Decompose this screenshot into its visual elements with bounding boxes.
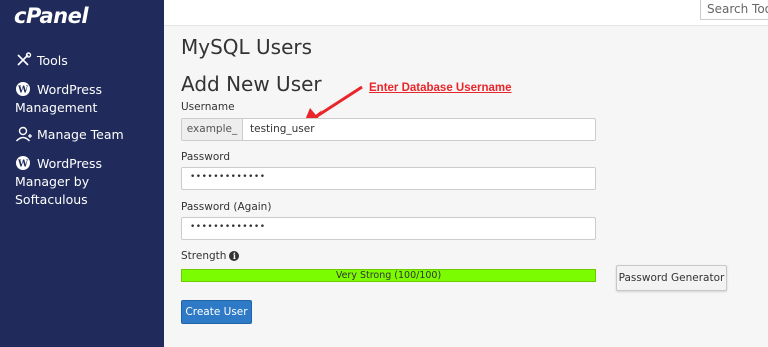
cpanel-logo[interactable]: cPanel — [14, 4, 89, 28]
page-title: MySQL Users — [181, 35, 313, 59]
svg-text:W: W — [17, 160, 29, 170]
wordpress-icon: W — [16, 156, 30, 170]
strength-label-row: Strength i — [181, 250, 240, 262]
sidebar-item-tools[interactable]: Tools — [15, 52, 155, 70]
tools-icon — [17, 52, 32, 66]
top-bar — [164, 0, 768, 26]
sidebar-item-label: Manage Team — [37, 127, 124, 142]
wordpress-icon: W — [16, 82, 30, 96]
username-prefix: example_ — [182, 119, 243, 140]
username-label: Username — [181, 101, 235, 113]
password-generator-button[interactable]: Password Generator — [616, 265, 727, 291]
username-field[interactable]: example_ testing_user — [181, 118, 596, 141]
search-tools-input[interactable]: Search Tools — [700, 0, 768, 20]
password-field[interactable]: ••••••••••••• — [181, 167, 596, 190]
password-again-label: Password (Again) — [181, 201, 272, 213]
sidebar: cPanel Tools W WordPress Management Mana… — [0, 0, 164, 347]
annotation-text: Enter Database Username — [369, 82, 512, 94]
info-icon[interactable]: i — [229, 251, 240, 261]
username-value: testing_user — [250, 123, 315, 135]
users-icon — [15, 126, 32, 142]
strength-meter: Very Strong (100/100) — [181, 269, 596, 282]
svg-text:W: W — [17, 86, 29, 96]
password-label: Password — [181, 151, 231, 163]
create-user-button[interactable]: Create User — [181, 300, 252, 324]
password-value: ••••••••••••• — [190, 172, 266, 182]
password-again-field[interactable]: ••••••••••••• — [181, 217, 596, 240]
sidebar-item-label: Tools — [37, 53, 68, 68]
password-again-value: ••••••••••••• — [190, 222, 266, 232]
sidebar-item-wordpress-management[interactable]: W WordPress Management — [15, 81, 155, 117]
strength-label: Strength — [181, 250, 227, 262]
sidebar-item-manage-team[interactable]: Manage Team — [15, 126, 155, 144]
sidebar-item-wordpress-manager-softaculous[interactable]: W WordPress Manager by Softaculous — [15, 155, 155, 209]
